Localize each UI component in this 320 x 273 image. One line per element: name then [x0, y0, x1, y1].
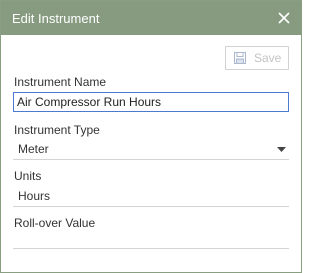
save-button[interactable]: Save — [225, 46, 289, 70]
save-icon — [234, 52, 246, 64]
dialog-titlebar[interactable]: Edit Instrument — [1, 1, 301, 35]
close-button[interactable] — [273, 8, 295, 28]
units-label: Units — [14, 169, 42, 183]
units-value: Hours — [18, 189, 51, 203]
instrument-name-input[interactable]: Air Compressor Run Hours — [13, 92, 289, 112]
units-field[interactable]: Hours — [13, 185, 289, 207]
instrument-type-select[interactable]: Meter — [13, 138, 289, 160]
instrument-name-label: Instrument Name — [14, 75, 107, 89]
edit-instrument-dialog: Edit Instrument Save Instrument Name Air… — [0, 0, 302, 273]
dialog-title: Edit Instrument — [12, 11, 100, 26]
close-icon — [278, 12, 290, 24]
rollover-value-field[interactable] — [13, 227, 289, 249]
save-button-label: Save — [254, 51, 282, 65]
chevron-down-icon — [277, 147, 286, 152]
instrument-type-value: Meter — [18, 142, 49, 156]
instrument-type-label: Instrument Type — [14, 123, 100, 137]
